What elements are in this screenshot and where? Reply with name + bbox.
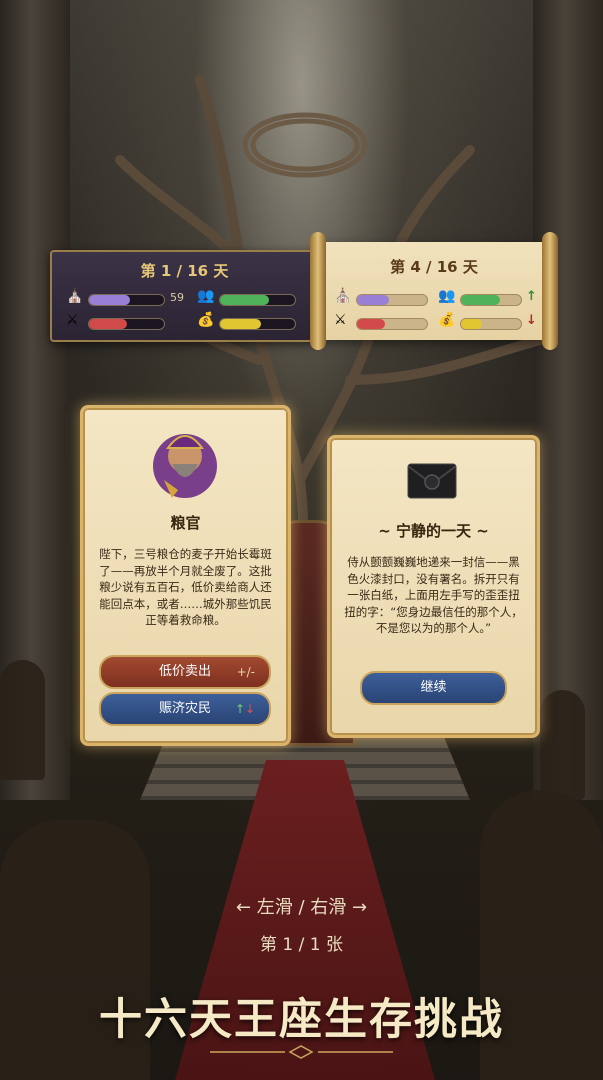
faith-fill [357, 295, 389, 305]
status-panel-current: 第 1 / 16 天 ⛪ 59 👥 ⚔ 💰 [50, 250, 319, 342]
people-fill [220, 295, 269, 305]
preview-stat-gold: 💰 ↓ [438, 312, 548, 330]
stat-faith: ⛪ 59 [66, 288, 191, 306]
church-icon: ⛪ [334, 288, 352, 304]
event-card-peaceful-day[interactable]: ~ 宁静的一天 ~ 侍从颤颤巍巍地递来一封信——黑色火漆封口，没有署名。拆开只有… [327, 435, 540, 738]
advisor-portrait [153, 434, 217, 498]
preview-stat-army: ⚔ [334, 312, 434, 330]
stat-army: ⚔ [66, 312, 191, 330]
people-icon: 👥 [197, 288, 215, 304]
sell-low-button[interactable]: 低价卖出 +/- [99, 655, 271, 689]
preview-day-counter: 第 4 / 16 天 [390, 258, 478, 276]
swords-icon: ⚔ [334, 312, 347, 328]
stat-gold: 💰 [197, 312, 307, 330]
scroll-roll-left [310, 232, 326, 350]
continue-button[interactable]: 继续 [360, 671, 507, 705]
arrow-down-icon: ↓ [244, 702, 255, 716]
preview-stat-people: 👥 ↑ [438, 288, 548, 306]
gold-trend-down: ↓ [526, 313, 537, 328]
arrow-up-icon: ↑ [234, 702, 245, 716]
church-icon: ⛪ [66, 288, 84, 304]
promo-slogan: 十六天王座生存挑战 [99, 995, 504, 1045]
card-dialogue: 陛下，三号粮仓的麦子开始长霉斑了——再放半个月就全废了。这批粮少说有五百石，低价… [99, 547, 272, 627]
option-label: 赈济灾民 [158, 701, 211, 716]
preview-stat-faith: ⛪ [334, 288, 434, 306]
relief-button[interactable]: 赈济灾民 ↑ ↓ [99, 692, 271, 726]
swipe-hint: ← 左滑 / 右滑 → [235, 897, 368, 918]
card-event-text: 侍从颤颤巍巍地递来一封信——黑色火漆封口，没有署名。拆开只有一张白纸，上面用左手… [344, 555, 523, 635]
ornament-divider [210, 1045, 393, 1059]
card-event-title: ~ 宁静的一天 ~ [378, 522, 489, 540]
option-hint: +/- [236, 665, 255, 679]
status-panel-preview: 第 4 / 16 天 ⛪ 👥 ↑ ⚔ 💰 ↓ [310, 232, 558, 350]
peasant-left [0, 660, 45, 780]
stat-people: 👥 [197, 288, 307, 306]
faith-fill [89, 295, 131, 305]
scroll-roll-right [542, 232, 558, 350]
gold-fill [220, 319, 262, 329]
people-trend-up: ↑ [526, 289, 537, 304]
money-bag-icon: 💰 [438, 312, 456, 328]
swords-icon: ⚔ [66, 312, 79, 328]
gold-fill [461, 319, 482, 329]
faith-value: 59 [170, 291, 184, 304]
money-bag-icon: 💰 [197, 312, 215, 328]
army-fill [357, 319, 385, 329]
event-card-advisor[interactable]: 粮官 陛下，三号粮仓的麦子开始长霉斑了——再放半个月就全废了。这批粮少说有五百石… [80, 405, 291, 746]
army-fill [89, 319, 127, 329]
day-counter: 第 1 / 16 天 [140, 262, 229, 280]
people-fill [461, 295, 500, 305]
option-label: 低价卖出 [158, 664, 211, 679]
page-indicator: 第 1 / 1 张 [260, 935, 343, 955]
people-icon: 👥 [438, 288, 456, 304]
peasant-right [540, 690, 585, 800]
envelope-icon [407, 463, 457, 499]
card-character-name: 粮官 [170, 514, 201, 532]
